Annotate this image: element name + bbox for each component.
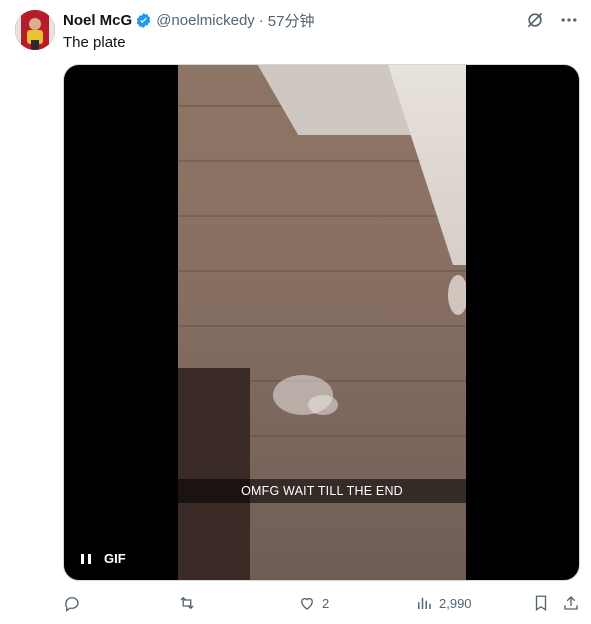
- media-container[interactable]: OMFG WAIT TILL THE END GIF: [63, 64, 580, 581]
- more-icon[interactable]: [559, 10, 579, 30]
- gif-controls: GIF: [80, 551, 126, 566]
- timestamp[interactable]: 57分钟: [268, 10, 315, 31]
- views-button[interactable]: 2,990: [415, 594, 472, 612]
- share-icon: [564, 596, 578, 610]
- gif-label: GIF: [104, 551, 126, 566]
- gif-frame[interactable]: OMFG WAIT TILL THE END: [178, 65, 466, 580]
- pause-icon[interactable]: [80, 553, 92, 565]
- author-handle[interactable]: @noelmickedy: [156, 12, 255, 29]
- views-count: 2,990: [439, 595, 472, 611]
- video-caption: OMFG WAIT TILL THE END: [178, 479, 466, 503]
- reply-icon: [65, 597, 79, 612]
- like-count: 2: [322, 595, 330, 611]
- floor-mat: [178, 368, 250, 580]
- author-name[interactable]: Noel McG: [63, 12, 132, 29]
- repost-button[interactable]: [178, 594, 202, 612]
- repost-icon: [180, 596, 194, 610]
- grok-icon[interactable]: [525, 10, 545, 30]
- tweet-text: The plate: [63, 34, 126, 51]
- avatar[interactable]: [15, 10, 55, 50]
- bookmark-icon: [535, 595, 547, 612]
- verified-badge-icon: [136, 12, 151, 28]
- tweet-header: Noel McG @noelmickedy · 57分钟: [63, 10, 314, 30]
- tweet-actions: 2 2,990: [63, 594, 583, 616]
- share-button[interactable]: [562, 594, 580, 612]
- header-actions: [525, 10, 579, 30]
- separator: ·: [258, 11, 264, 29]
- bookmark-button[interactable]: [532, 594, 550, 612]
- like-button[interactable]: 2: [298, 594, 329, 612]
- reply-button[interactable]: [63, 594, 87, 612]
- spill: [308, 395, 338, 415]
- cabinet: [388, 65, 466, 265]
- spill: [448, 275, 466, 315]
- heart-icon: [301, 597, 313, 610]
- views-icon: [418, 597, 431, 609]
